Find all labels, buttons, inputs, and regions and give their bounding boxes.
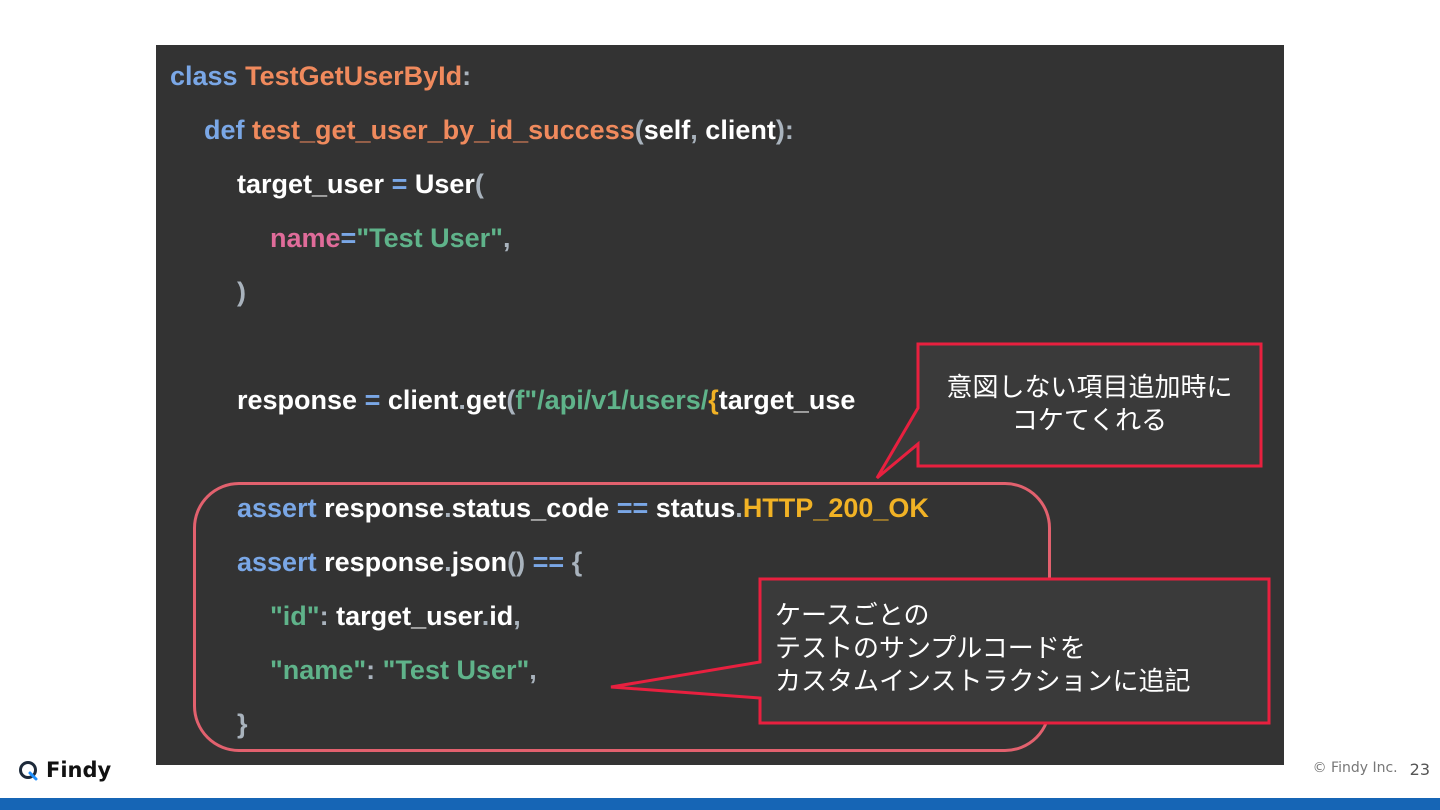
code-token: = xyxy=(364,385,388,415)
code-line: response = client.get(f"/api/v1/users/{t… xyxy=(237,380,855,420)
bottom-bar xyxy=(0,798,1440,810)
code-token: class xyxy=(170,61,246,91)
code-token: . xyxy=(458,385,466,415)
code-line: class TestGetUserById: xyxy=(170,56,471,96)
code-token: get xyxy=(465,385,507,415)
code-line: name="Test User", xyxy=(270,218,511,258)
callout-bottom-line-1: ケースごとの xyxy=(775,601,930,631)
callout-top-line-2: コケてくれる xyxy=(1011,406,1168,436)
findy-logo: Findy xyxy=(18,756,111,784)
code-token: response xyxy=(237,385,365,415)
findy-logo-icon xyxy=(19,761,38,781)
footer-right: © Findy Inc. 23 xyxy=(1313,760,1430,779)
code-token: test_get_user_by_id_success xyxy=(252,115,635,145)
code-line: target_user = User( xyxy=(237,164,484,204)
code-token: { xyxy=(708,385,719,415)
code-token: = xyxy=(391,169,415,199)
code-line: def test_get_user_by_id_success(self, cl… xyxy=(204,110,794,150)
code-token: , xyxy=(502,223,511,253)
logo-text: Findy xyxy=(46,758,112,782)
code-token: User xyxy=(414,169,475,199)
page-number: 23 xyxy=(1409,760,1430,779)
callout-top-text: 意図しない項目追加時に コケてくれる xyxy=(918,372,1261,438)
code-token: client xyxy=(705,115,776,145)
callout-top-line-1: 意図しない項目追加時に xyxy=(946,373,1233,403)
code-token: def xyxy=(204,115,253,145)
code-token: target_user xyxy=(237,169,392,199)
code-token: ) xyxy=(237,277,246,307)
code-token: "Test User" xyxy=(356,223,503,253)
code-token: , xyxy=(690,115,706,145)
callout-bottom-line-3: カスタムインストラクションに追記 xyxy=(775,667,1191,697)
code-token: client xyxy=(387,385,459,415)
code-token: = xyxy=(340,223,357,253)
callout-bottom-line-2: テストのサンプルコードを xyxy=(775,634,1086,664)
code-token: ): xyxy=(775,115,794,145)
code-token: TestGetUserById xyxy=(245,61,463,91)
callout-bottom-text: ケースごとの テストのサンプルコードを カスタムインストラクションに追記 xyxy=(775,600,1190,699)
code-token: : xyxy=(462,61,472,91)
code-token: target_use xyxy=(718,385,856,415)
code-token: ( xyxy=(474,169,484,199)
code-token: f"/api/v1/users/ xyxy=(515,385,709,415)
copyright-text: © Findy Inc. xyxy=(1312,760,1398,776)
code-token: self xyxy=(643,115,691,145)
code-line: ) xyxy=(237,272,246,312)
code-token: name xyxy=(270,223,341,253)
code-token: ( xyxy=(634,115,644,145)
